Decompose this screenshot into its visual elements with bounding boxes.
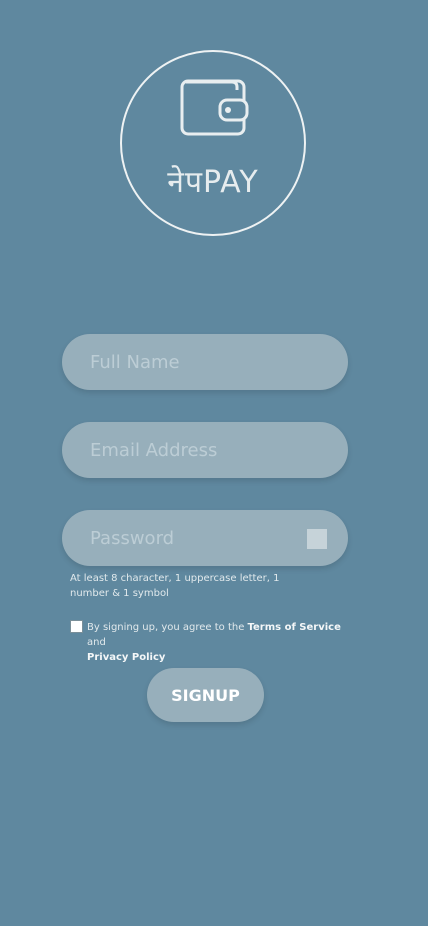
show-password-toggle[interactable] (307, 529, 327, 549)
agree-and: and (87, 637, 106, 648)
email-input[interactable] (62, 422, 348, 478)
app-logo: नेपPAY (120, 50, 306, 236)
wallet-icon (180, 78, 250, 142)
password-hint: At least 8 character, 1 uppercase letter… (70, 573, 280, 599)
privacy-policy-link[interactable]: Privacy Policy (87, 652, 165, 663)
password-field[interactable] (62, 510, 348, 566)
full-name-input[interactable] (62, 334, 348, 390)
agree-prefix: By signing up, you agree to the (87, 622, 248, 633)
agree-terms-checkbox[interactable] (70, 620, 83, 633)
password-input[interactable] (62, 510, 348, 566)
agree-terms-text: By signing up, you agree to the Terms of… (87, 620, 357, 665)
signup-button[interactable]: SIGNUP (147, 668, 264, 722)
full-name-field[interactable] (62, 334, 348, 390)
terms-of-service-link[interactable]: Terms of Service (248, 622, 341, 633)
app-logo-text: नेपPAY (167, 165, 259, 200)
email-field[interactable] (62, 422, 348, 478)
